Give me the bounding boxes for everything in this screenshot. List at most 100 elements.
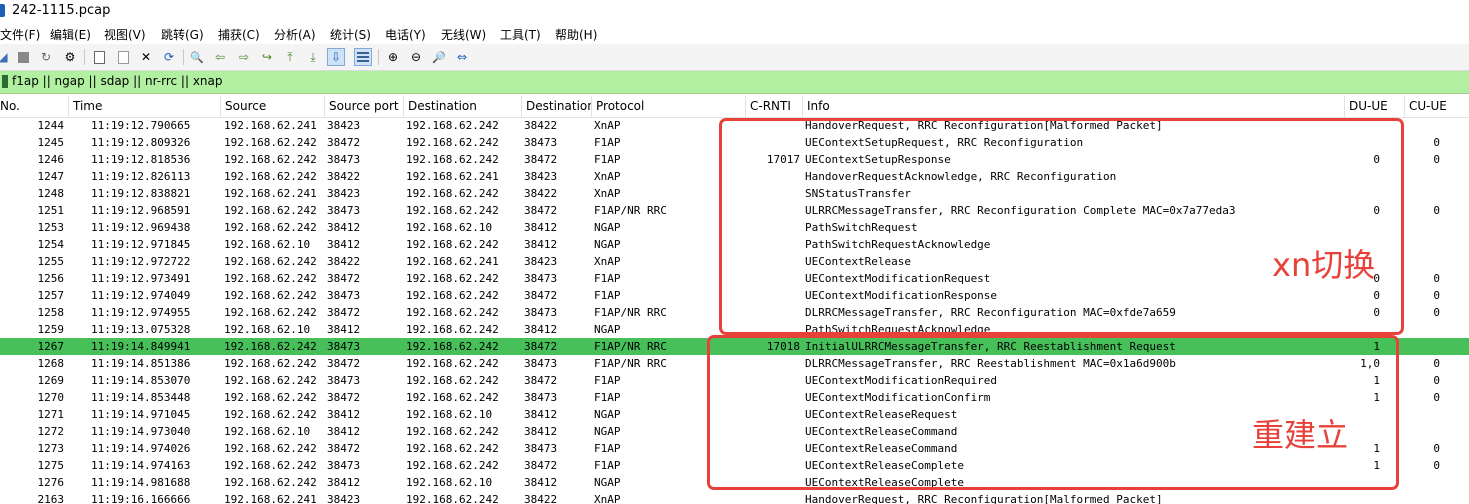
filter-bookmark-icon[interactable] xyxy=(2,75,8,88)
packet-cell-dst: 192.168.62.242 xyxy=(406,136,499,149)
column-header-source[interactable]: Source xyxy=(220,96,324,117)
packet-cell-sport: 38422 xyxy=(327,170,361,183)
go-first-packet-icon[interactable]: ⤒ xyxy=(281,48,299,66)
packet-cell-no: 1245 xyxy=(37,136,65,149)
packet-cell-no: 1246 xyxy=(37,153,65,166)
packet-cell-dst: 192.168.62.242 xyxy=(406,272,499,285)
column-header-info[interactable]: Info xyxy=(802,96,1344,117)
menu-capture[interactable]: 捕获(C) xyxy=(218,26,260,43)
shark-fin-start-icon[interactable]: ◢ xyxy=(0,48,12,66)
packet-cell-no: 2163 xyxy=(37,493,65,504)
packet-cell-dport: 38473 xyxy=(524,306,558,319)
packet-cell-no: 1254 xyxy=(37,238,65,251)
packet-cell-dport: 38422 xyxy=(524,493,558,504)
packet-cell-src: 192.168.62.242 xyxy=(224,136,317,149)
packet-cell-sport: 38423 xyxy=(327,119,361,132)
packet-cell-time: 11:19:14.981688 xyxy=(91,476,191,489)
packet-cell-dst: 192.168.62.242 xyxy=(406,374,499,387)
packet-cell-dport: 38412 xyxy=(524,476,558,489)
reload-file-icon[interactable]: ⟳ xyxy=(160,48,178,66)
menu-file[interactable]: 文件(F) xyxy=(0,26,40,43)
packet-cell-src: 192.168.62.10 xyxy=(224,238,311,251)
go-last-packet-icon[interactable]: ⤓ xyxy=(304,48,322,66)
packet-cell-src: 192.168.62.242 xyxy=(224,153,317,166)
capture-options-icon[interactable]: ⚙ xyxy=(61,48,79,66)
packet-cell-src: 192.168.62.242 xyxy=(224,170,317,183)
save-file-icon[interactable] xyxy=(114,48,132,66)
display-filter-input[interactable]: f1ap || ngap || sdap || nr-rrc || xnap xyxy=(12,74,223,88)
packet-cell-sport: 38472 xyxy=(327,442,361,455)
packet-cell-dst: 192.168.62.10 xyxy=(406,476,493,489)
packet-cell-sport: 38422 xyxy=(327,255,361,268)
close-file-icon[interactable]: ✕ xyxy=(137,48,155,66)
column-header-du-ue[interactable]: DU-UE xyxy=(1344,96,1404,117)
go-to-packet-icon[interactable]: ↪ xyxy=(258,48,276,66)
packet-cell-dport: 38473 xyxy=(524,442,558,455)
packet-cell-sport: 38423 xyxy=(327,493,361,504)
packet-cell-src: 192.168.62.242 xyxy=(224,459,317,472)
colorize-icon[interactable] xyxy=(354,48,372,66)
packet-cell-cu: 0 xyxy=(1433,374,1440,387)
packet-cell-sport: 38472 xyxy=(327,136,361,149)
column-header-destination-port[interactable]: Destination xyxy=(521,96,591,117)
packet-cell-dport: 38412 xyxy=(524,323,558,336)
zoom-out-icon[interactable]: ⊖ xyxy=(407,48,425,66)
packet-cell-dport: 38473 xyxy=(524,391,558,404)
column-header-destination[interactable]: Destination xyxy=(403,96,521,117)
packet-cell-sport: 38473 xyxy=(327,153,361,166)
find-packet-icon[interactable]: 🔍 xyxy=(188,48,206,66)
annotation-label-handover: xn切换 xyxy=(1272,246,1376,284)
packet-cell-no: 1269 xyxy=(37,374,65,387)
restart-capture-icon[interactable]: ↻ xyxy=(37,48,55,66)
menu-telephony[interactable]: 电话(Y) xyxy=(385,26,426,43)
packet-cell-time: 11:19:13.075328 xyxy=(91,323,191,336)
toolbar-separator xyxy=(378,49,379,65)
column-header-cu-ue[interactable]: CU-UE xyxy=(1404,96,1469,117)
column-header-no[interactable]: No. xyxy=(0,96,68,117)
menu-view[interactable]: 视图(V) xyxy=(104,26,146,43)
packet-cell-sport: 38412 xyxy=(327,323,361,336)
menu-analyze[interactable]: 分析(A) xyxy=(274,26,316,43)
packet-cell-dport: 38412 xyxy=(524,238,558,251)
menu-wireless[interactable]: 无线(W) xyxy=(441,26,486,43)
column-header-time[interactable]: Time xyxy=(68,96,220,117)
zoom-normal-icon[interactable]: 🔎 xyxy=(430,48,448,66)
packet-cell-time: 11:19:12.818536 xyxy=(91,153,191,166)
title-bar: 242-1115.pcap xyxy=(0,0,1469,22)
packet-cell-src: 192.168.62.242 xyxy=(224,289,317,302)
packet-cell-time: 11:19:14.973040 xyxy=(91,425,191,438)
packet-cell-cu: 0 xyxy=(1433,136,1440,149)
menu-bar: 文件(F) 编辑(E) 视图(V) 跳转(G) 捕获(C) 分析(A) 统计(S… xyxy=(0,22,1469,44)
auto-scroll-icon[interactable]: ⇩ xyxy=(327,48,345,66)
menu-statistics[interactable]: 统计(S) xyxy=(330,26,371,43)
menu-help[interactable]: 帮助(H) xyxy=(555,26,597,43)
packet-list-header: No. Time Source Source port Destination … xyxy=(0,96,1469,118)
packet-cell-sport: 38412 xyxy=(327,221,361,234)
packet-cell-sport: 38472 xyxy=(327,357,361,370)
open-file-icon[interactable] xyxy=(90,48,108,66)
menu-tools[interactable]: 工具(T) xyxy=(500,26,541,43)
annotation-label-reestablishment: 重建立 xyxy=(1252,416,1349,454)
menu-go[interactable]: 跳转(G) xyxy=(161,26,204,43)
column-header-source-port[interactable]: Source port xyxy=(324,96,403,117)
go-back-icon[interactable]: ⇦ xyxy=(211,48,229,66)
packet-cell-dst: 192.168.62.242 xyxy=(406,425,499,438)
packet-cell-dport: 38472 xyxy=(524,340,558,353)
column-header-protocol[interactable]: Protocol xyxy=(591,96,745,117)
column-header-c-rnti[interactable]: C-RNTI xyxy=(745,96,802,117)
packet-cell-dst: 192.168.62.242 xyxy=(406,442,499,455)
packet-cell-dst: 192.168.62.241 xyxy=(406,170,499,183)
packet-cell-dport: 38473 xyxy=(524,136,558,149)
packet-cell-src: 192.168.62.10 xyxy=(224,323,311,336)
resize-columns-icon[interactable]: ⇔ xyxy=(453,48,471,66)
go-forward-icon[interactable]: ⇨ xyxy=(235,48,253,66)
menu-edit[interactable]: 编辑(E) xyxy=(50,26,91,43)
packet-cell-no: 1256 xyxy=(37,272,65,285)
zoom-in-icon[interactable]: ⊕ xyxy=(384,48,402,66)
display-filter-bar[interactable]: f1ap || ngap || sdap || nr-rrc || xnap xyxy=(0,71,1469,94)
packet-cell-cu: 0 xyxy=(1433,289,1440,302)
packet-cell-time: 11:19:14.971045 xyxy=(91,408,191,421)
annotation-box-handover xyxy=(719,118,1404,335)
packet-cell-sport: 38473 xyxy=(327,340,361,353)
stop-capture-icon[interactable] xyxy=(14,48,32,66)
